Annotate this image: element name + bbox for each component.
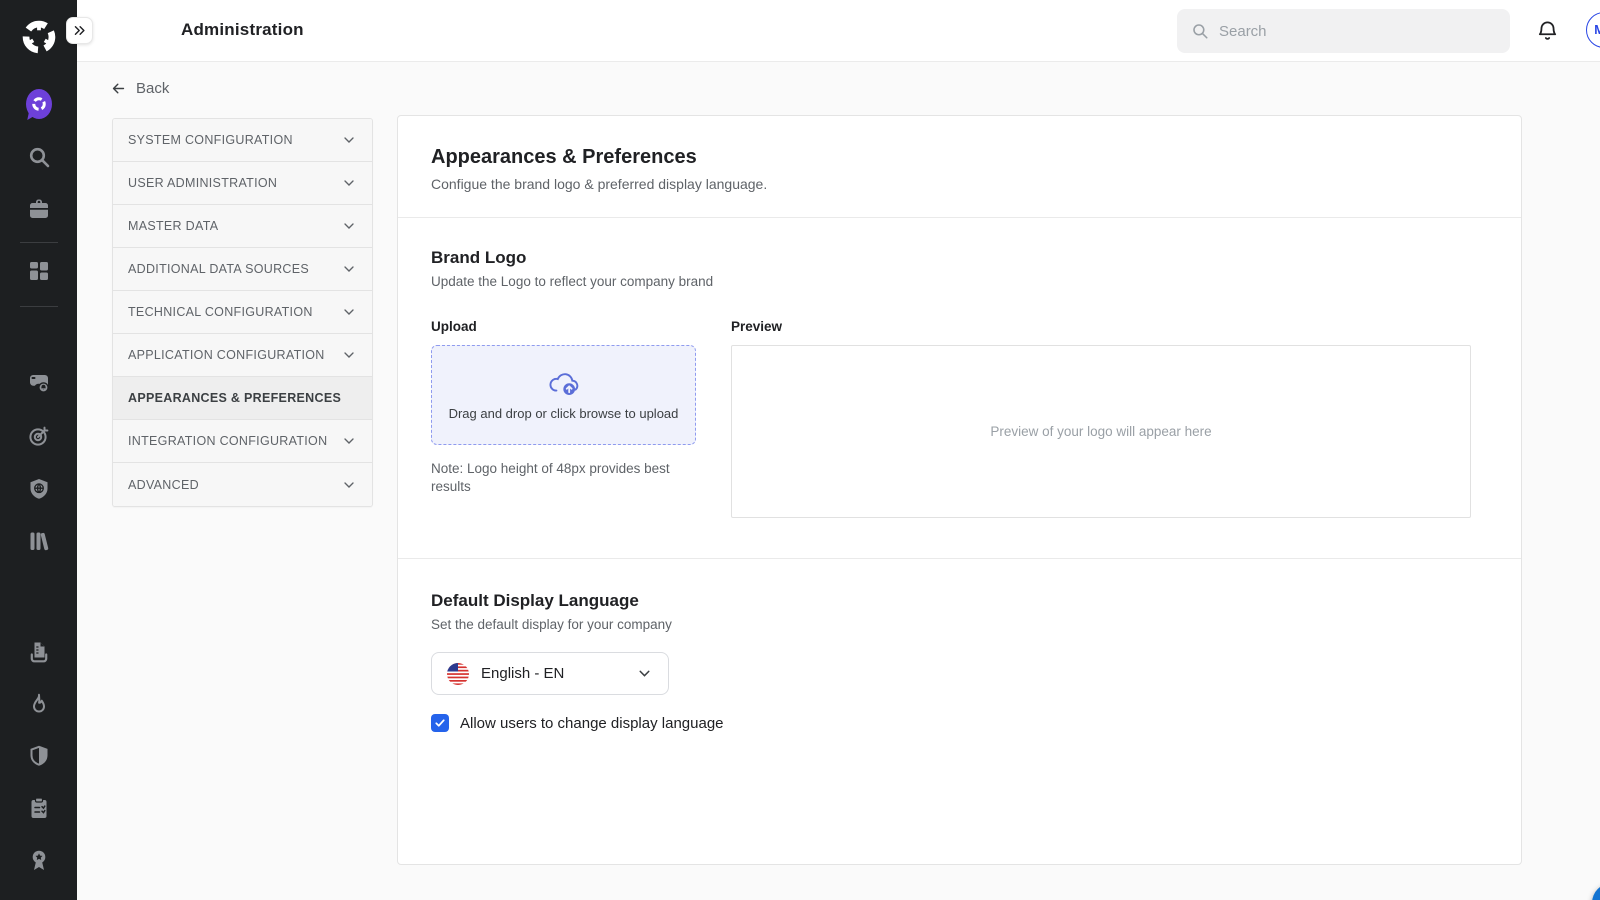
chevron-down-icon	[636, 665, 653, 682]
upload-note: Note: Logo height of 48px provides best …	[431, 460, 696, 496]
page-title: Administration	[181, 20, 304, 40]
brand-logo-mark[interactable]	[16, 14, 62, 60]
accordion-item-integration-configuration[interactable]: INTEGRATION CONFIGURATION	[113, 420, 372, 463]
preview-label: Preview	[731, 319, 1471, 334]
check-icon	[434, 717, 446, 729]
chevron-down-icon	[341, 433, 357, 449]
accordion-item-master-data[interactable]: MASTER DATA	[113, 205, 372, 248]
left-nav-rail	[0, 0, 77, 900]
upload-label: Upload	[431, 319, 696, 334]
sidebar-item-certification[interactable]	[26, 847, 52, 873]
allow-language-change-checkbox[interactable]	[431, 714, 449, 732]
allow-language-change-label: Allow users to change display language	[460, 715, 724, 732]
brand-logo-description: Update the Logo to reflect your company …	[431, 274, 1471, 289]
user-avatar[interactable]: MN	[1586, 12, 1600, 48]
preview-placeholder-text: Preview of your logo will appear here	[990, 424, 1211, 439]
sidebar-item-trending[interactable]	[26, 691, 52, 717]
notifications-button[interactable]	[1535, 18, 1560, 44]
accordion-item-additional-data-sources[interactable]: ADDITIONAL DATA SOURCES	[113, 248, 372, 291]
shield-half-icon	[27, 744, 51, 768]
sidebar-item-library[interactable]	[26, 528, 52, 554]
wallet-notification-icon	[27, 371, 51, 395]
logo-icon	[16, 14, 62, 60]
back-button[interactable]: Back	[110, 80, 169, 97]
double-chevron-right-icon	[72, 23, 87, 38]
cloud-upload-icon	[547, 370, 581, 397]
accordion-item-system-configuration[interactable]: SYSTEM CONFIGURATION	[113, 119, 372, 162]
brand-logo-section: Brand Logo Update the Logo to reflect yo…	[398, 218, 1521, 559]
chevron-down-icon	[341, 304, 357, 320]
bell-icon	[1535, 18, 1560, 43]
assistant-chat-icon	[26, 89, 52, 119]
chevron-down-icon	[341, 477, 357, 493]
help-button[interactable]: ?	[1592, 883, 1600, 900]
rail-divider	[20, 306, 58, 307]
accordion-item-user-administration[interactable]: USER ADMINISTRATION	[113, 162, 372, 205]
upload-caption: Drag and drop or click browse to upload	[449, 406, 679, 421]
award-ribbon-icon	[27, 848, 51, 872]
sidebar-item-security[interactable]	[26, 743, 52, 769]
global-search[interactable]	[1177, 9, 1510, 53]
section-page-subtitle: Configue the brand logo & preferred disp…	[431, 176, 1488, 192]
content-area: Back SYSTEM CONFIGURATION USER ADMINISTR…	[77, 62, 1600, 900]
sidebar-item-audit[interactable]	[26, 795, 52, 821]
briefcase-icon	[27, 197, 51, 221]
logo-preview-area: Preview of your logo will appear here	[731, 345, 1471, 518]
top-app-bar: Administration MN	[77, 0, 1600, 62]
sidebar-item-billing[interactable]	[26, 370, 52, 396]
language-dropdown[interactable]: English - EN	[431, 652, 669, 695]
language-heading: Default Display Language	[431, 591, 1488, 611]
target-goal-icon	[27, 424, 51, 448]
sidebar-item-assistant[interactable]	[26, 91, 52, 117]
sidebar-item-network-security[interactable]	[26, 476, 52, 502]
clipboard-check-icon	[27, 796, 51, 820]
card-header: Appearances & Preferences Configue the b…	[398, 116, 1521, 218]
chevron-down-icon	[341, 132, 357, 148]
us-flag-icon	[447, 663, 469, 685]
avatar-initials: MN	[1594, 23, 1600, 37]
search-icon	[27, 145, 51, 169]
accordion-item-technical-configuration[interactable]: TECHNICAL CONFIGURATION	[113, 291, 372, 334]
settings-card: Appearances & Preferences Configue the b…	[397, 115, 1522, 865]
accordion-item-advanced[interactable]: ADVANCED	[113, 463, 372, 506]
sidebar-collapse-button[interactable]	[66, 17, 93, 44]
sidebar-item-search[interactable]	[26, 144, 52, 170]
arrow-left-icon	[110, 80, 127, 97]
search-icon	[1191, 22, 1209, 40]
library-books-icon	[27, 529, 51, 553]
sidebar-item-dashboard[interactable]	[26, 258, 52, 284]
display-language-section: Default Display Language Set the default…	[398, 559, 1521, 764]
sidebar-item-goals[interactable]	[26, 423, 52, 449]
chevron-down-icon	[341, 347, 357, 363]
flame-icon	[27, 692, 51, 716]
brand-logo-heading: Brand Logo	[431, 248, 1471, 268]
chevron-down-icon	[341, 261, 357, 277]
rail-divider	[20, 242, 58, 243]
chevron-down-icon	[341, 218, 357, 234]
sidebar-item-document-scan[interactable]	[26, 639, 52, 665]
accordion-item-appearances-preferences[interactable]: APPEARANCES & PREFERENCES	[113, 377, 372, 420]
language-description: Set the default display for your company	[431, 617, 1488, 632]
accordion-item-application-configuration[interactable]: APPLICATION CONFIGURATION	[113, 334, 372, 377]
shield-globe-icon	[27, 477, 51, 501]
logo-upload-dropzone[interactable]: Drag and drop or click browse to upload	[431, 345, 696, 445]
back-label: Back	[136, 80, 169, 97]
settings-accordion: SYSTEM CONFIGURATION USER ADMINISTRATION…	[112, 118, 373, 507]
search-input[interactable]	[1219, 23, 1496, 40]
language-selected-value: English - EN	[481, 665, 564, 682]
sidebar-item-workspace[interactable]	[26, 196, 52, 222]
document-scan-icon	[27, 640, 51, 664]
allow-language-change-option[interactable]: Allow users to change display language	[431, 714, 1488, 732]
chevron-down-icon	[341, 175, 357, 191]
dashboard-grid-icon	[27, 259, 51, 283]
section-page-title: Appearances & Preferences	[431, 146, 1488, 169]
